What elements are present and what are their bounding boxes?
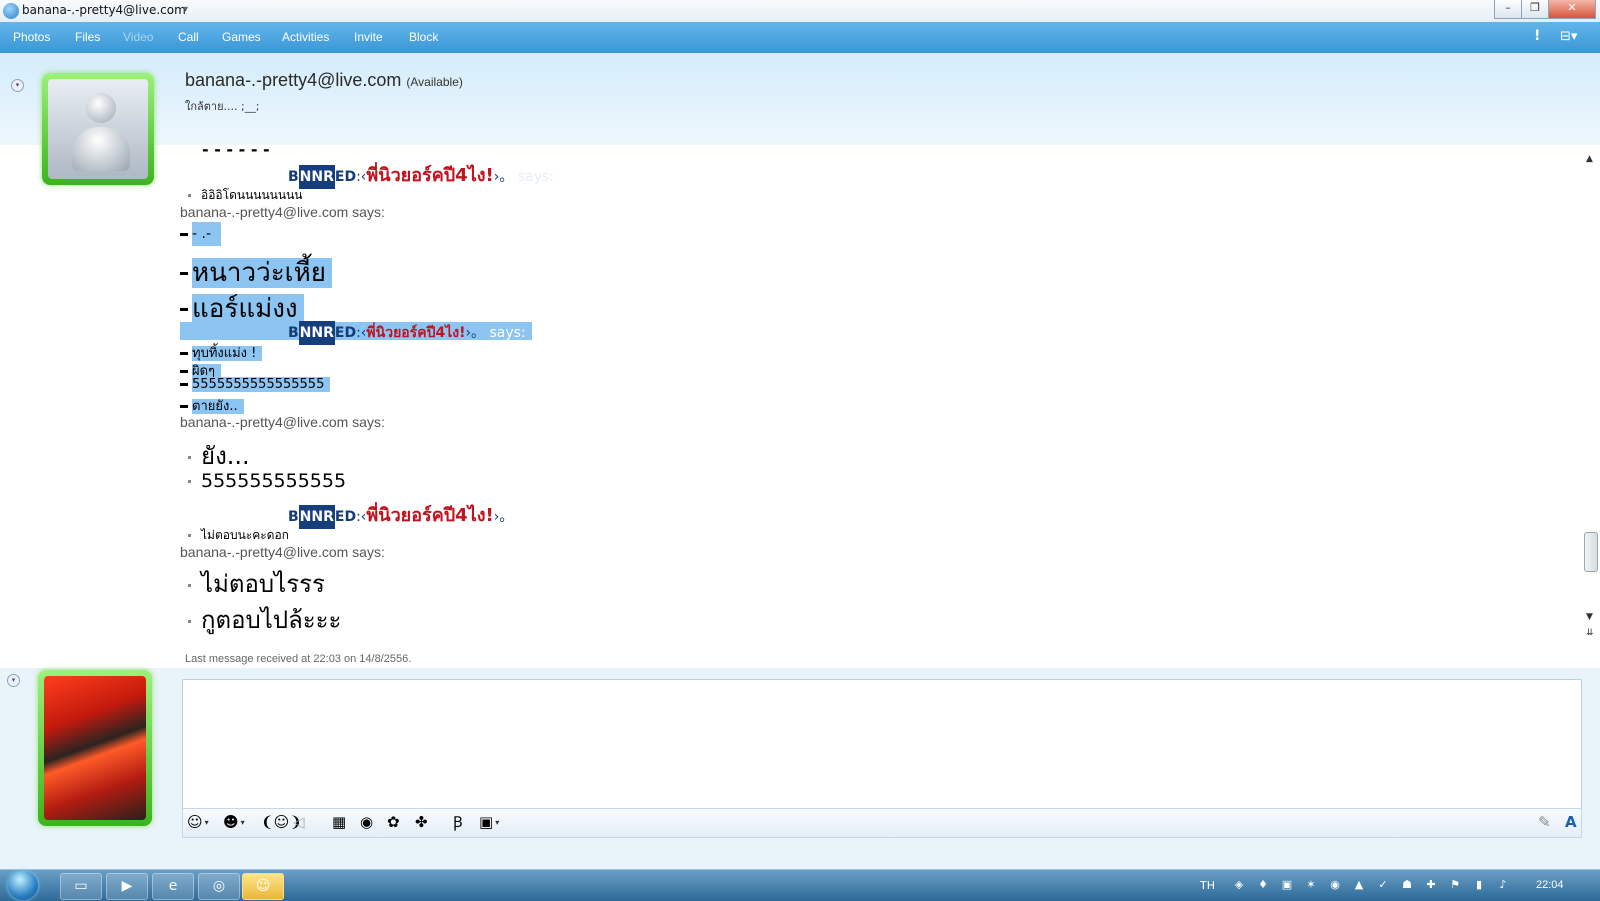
collapse-contact-icon[interactable]: ▾	[11, 79, 24, 92]
clock[interactable]: 22:04	[1536, 879, 1564, 891]
menu-games[interactable]: Games	[222, 30, 261, 44]
handwriting-icon[interactable]: ✎	[1538, 814, 1551, 831]
photo-share-icon[interactable]: ✤	[415, 814, 428, 831]
tray-icon-7[interactable]: ✓	[1376, 878, 1390, 892]
messenger-icon	[3, 3, 19, 19]
conversation-history[interactable]: - - - - - - BNNRED:‹พี่นิวยอร์คปี4ไง!›。 …	[180, 146, 1580, 641]
tray-icon-9[interactable]: ✚	[1424, 878, 1438, 892]
windows-taskbar: ▭ ▶ e ◎ ☺ TH ◈ ♦ ▣ ✶ ◉ ▲ ✓ ☗ ✚ ⚑ ▮ ♪ 22:…	[0, 869, 1600, 901]
tray-icon-6[interactable]: ▲	[1352, 878, 1366, 892]
sender-bnnred-1: BNNRED:‹พี่นิวยอร์คปี4ไง!›。 says:	[288, 160, 554, 189]
menu-photos[interactable]: Photos	[13, 30, 50, 44]
flag-icon[interactable]: ⚑	[1448, 878, 1462, 892]
contact-avatar[interactable]	[42, 73, 154, 185]
language-indicator[interactable]: TH	[1200, 879, 1215, 892]
message-line: อิอิอิโดนนนนนนนน	[180, 186, 302, 205]
tray-icon-4[interactable]: ✶	[1304, 878, 1318, 892]
menu-files[interactable]: Files	[75, 30, 100, 44]
contact-personal-message: ใกล้ตาย.... ;__;	[185, 100, 260, 113]
contact-name-line: banana-.-pretty4@live.com (Available)	[185, 70, 463, 91]
menu-block[interactable]: Block	[409, 30, 438, 44]
message-line: กูตอบไปล้ะะะ	[180, 600, 341, 639]
message-line: - .-	[180, 222, 222, 246]
collapse-self-icon[interactable]: ▾	[7, 674, 20, 687]
message-line: ตายยัง..	[180, 395, 244, 416]
background-icon[interactable]: ▦	[332, 814, 346, 831]
menu-call[interactable]: Call	[178, 30, 199, 44]
gift-icon[interactable]: ✿	[387, 814, 400, 831]
show-menu-icon[interactable]: ⊟▾	[1560, 29, 1577, 44]
sender-banana-2: banana-.-pretty4@live.com says:	[180, 414, 385, 430]
tray-icon-3[interactable]: ▣	[1280, 878, 1294, 892]
close-button[interactable]: ✕	[1548, 0, 1596, 19]
volume-icon[interactable]: ♪	[1496, 878, 1510, 892]
voice-clip-icon[interactable]: ◁	[293, 814, 305, 831]
scroll-down-icon[interactable]: ▼	[1586, 612, 1593, 622]
tray-icon-5[interactable]: ◉	[1328, 878, 1342, 892]
screen-share-icon[interactable]: ▣ ▾	[479, 814, 499, 831]
network-icon[interactable]: ▮	[1472, 878, 1486, 892]
last-message-timestamp: Last message received at 22:03 on 14/8/2…	[185, 653, 412, 665]
chrome-icon[interactable]: ◎	[198, 873, 240, 900]
says-label: says:	[489, 325, 526, 341]
message-line: ไม่ตอบไรรร	[180, 564, 325, 603]
contact-status: (Available)	[406, 75, 463, 89]
alert-icon[interactable]: !	[1534, 28, 1540, 44]
sender-bnnred-3: BNNRED:‹พี่นิวยอร์คปี4ไง!›。	[288, 500, 513, 529]
message-line: ไม่ตอบนะคะดอก	[180, 526, 289, 545]
games-icon[interactable]: ◉	[360, 814, 373, 831]
media-player-icon[interactable]: ▶	[106, 873, 148, 900]
tray-icon-8[interactable]: ☗	[1400, 878, 1414, 892]
compose-toolbar: ☺ ▾ ☻ ▾ ❨☺❩ ◁ ▦ ◉ ✿ ✤ Ꞵ ▣ ▾ ✎ A	[182, 808, 1582, 838]
default-user-icon	[86, 93, 116, 123]
maximize-button[interactable]: ❐	[1521, 0, 1549, 19]
sender-banana-3: banana-.-pretty4@live.com says:	[180, 544, 385, 560]
tray-icon-1[interactable]: ◈	[1232, 878, 1246, 892]
window-title-bar: banana-.-pretty4@live.com ▾ – ❐ ✕	[0, 0, 1600, 23]
tray-icon-2[interactable]: ♦	[1256, 878, 1270, 892]
internet-explorer-icon[interactable]: e	[152, 873, 194, 900]
user-photo	[44, 676, 146, 820]
my-avatar[interactable]	[38, 670, 152, 826]
menu-activities[interactable]: Activities	[282, 30, 329, 44]
font-icon[interactable]: A	[1565, 814, 1577, 831]
scroll-up-icon[interactable]: ▲	[1586, 154, 1593, 164]
wink-icon[interactable]: ☻ ▾	[223, 814, 245, 831]
sender-bnnred-2: BNNRED:‹พี่นิวยอร์คปี4ไง!›。 says:	[288, 321, 526, 345]
message-input[interactable]	[182, 679, 1582, 809]
menu-invite[interactable]: Invite	[354, 30, 383, 44]
message-line: 5555555555555555	[180, 377, 331, 392]
says-label: says:	[517, 169, 554, 185]
dash-line: - - - - - -	[202, 146, 270, 159]
menu-video[interactable]: Video	[123, 30, 153, 44]
conversation-scrollbar[interactable]	[1584, 532, 1598, 572]
messenger-taskbar-icon[interactable]: ☺	[242, 873, 284, 900]
emoticon-icon[interactable]: ☺ ▾	[187, 814, 209, 831]
message-line: 555555555555	[180, 470, 346, 492]
contact-name: banana-.-pretty4@live.com	[185, 70, 402, 90]
chevron-down-icon[interactable]: ▾	[183, 4, 188, 15]
spellcheck-icon[interactable]: Ꞵ	[453, 814, 463, 831]
sender-banana-1: banana-.-pretty4@live.com says:	[180, 204, 385, 220]
message-line: หนาวว่ะเหี้ย	[180, 252, 332, 293]
start-button[interactable]	[8, 871, 38, 900]
minimize-button[interactable]: –	[1494, 0, 1522, 19]
window-title: banana-.-pretty4@live.com	[22, 3, 186, 17]
action-menu-bar: Photos Files Video Call Games Activities…	[0, 22, 1600, 54]
explorer-icon[interactable]: ▭	[60, 873, 102, 900]
scroll-end-icon[interactable]: ⇊	[1586, 628, 1594, 638]
